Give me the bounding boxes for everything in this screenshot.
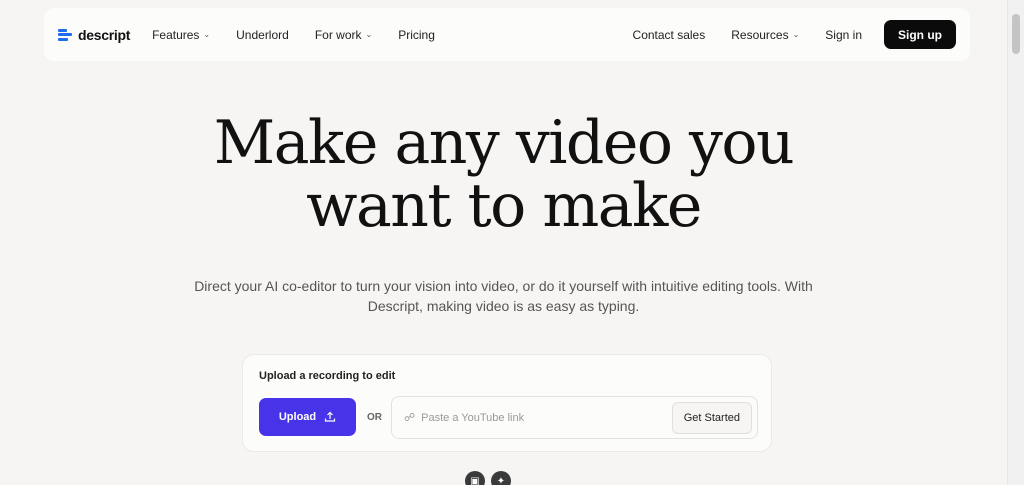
nav-pricing[interactable]: Pricing [398,28,435,42]
media-icon[interactable]: ▣ [465,471,485,485]
nav-for-work-label: For work [314,27,362,42]
nav-features-label: Features [152,27,200,42]
nav-underlord-label: Underlord [236,27,289,42]
descript-logo-icon [58,28,72,42]
nav-resources[interactable]: Resources ⌄ [731,28,799,42]
link-icon: ☍ [404,412,416,424]
brand-name: descript [78,26,131,43]
get-started-button[interactable]: Get Started [671,401,752,434]
hero-title-line-2: want to make [306,171,702,241]
upload-card-label: Upload a recording to edit [259,370,396,382]
upload-button-label: Upload [278,411,317,423]
or-separator: OR [367,412,382,423]
chevron-down-icon: ⌄ [792,30,800,39]
sign-up-button[interactable]: Sign up [884,20,956,49]
nav-contact-sales-label: Contact sales [632,27,706,42]
nav-pricing-label: Pricing [398,27,435,42]
nav-right-group: Contact sales Resources ⌄ Sign in Sign u… [607,20,956,49]
hero-title-line-1: Make any video you [213,108,795,178]
youtube-link-field: ☍ Get Started [391,396,758,439]
top-navigation: descript Features ⌄ Underlord For work ⌄… [44,8,970,61]
upload-card: Upload a recording to edit Upload OR ☍ G… [242,354,772,452]
hero-title: Make any video you want to make [0,112,1007,238]
descript-logo[interactable]: descript [58,27,130,43]
nav-underlord[interactable]: Underlord [236,28,289,42]
page-scrollbar[interactable] [1007,0,1024,485]
upload-button[interactable]: Upload [259,398,356,436]
youtube-link-input[interactable] [421,411,672,424]
chevron-down-icon: ⌄ [365,30,373,39]
hero-subtitle: Direct your AI co-editor to turn your vi… [194,278,813,314]
upload-icon [324,411,336,423]
bottom-icon-group: ▣ ✦ [465,471,511,485]
sparkle-icon[interactable]: ✦ [491,471,511,485]
chevron-down-icon: ⌄ [203,30,211,39]
nav-sign-in[interactable]: Sign in [825,28,862,42]
scrollbar-thumb[interactable] [1012,14,1020,54]
nav-sign-in-label: Sign in [825,27,862,42]
nav-features[interactable]: Features ⌄ [152,28,210,42]
nav-for-work[interactable]: For work ⌄ [315,28,372,42]
nav-contact-sales[interactable]: Contact sales [633,28,706,42]
nav-resources-label: Resources [731,27,789,42]
